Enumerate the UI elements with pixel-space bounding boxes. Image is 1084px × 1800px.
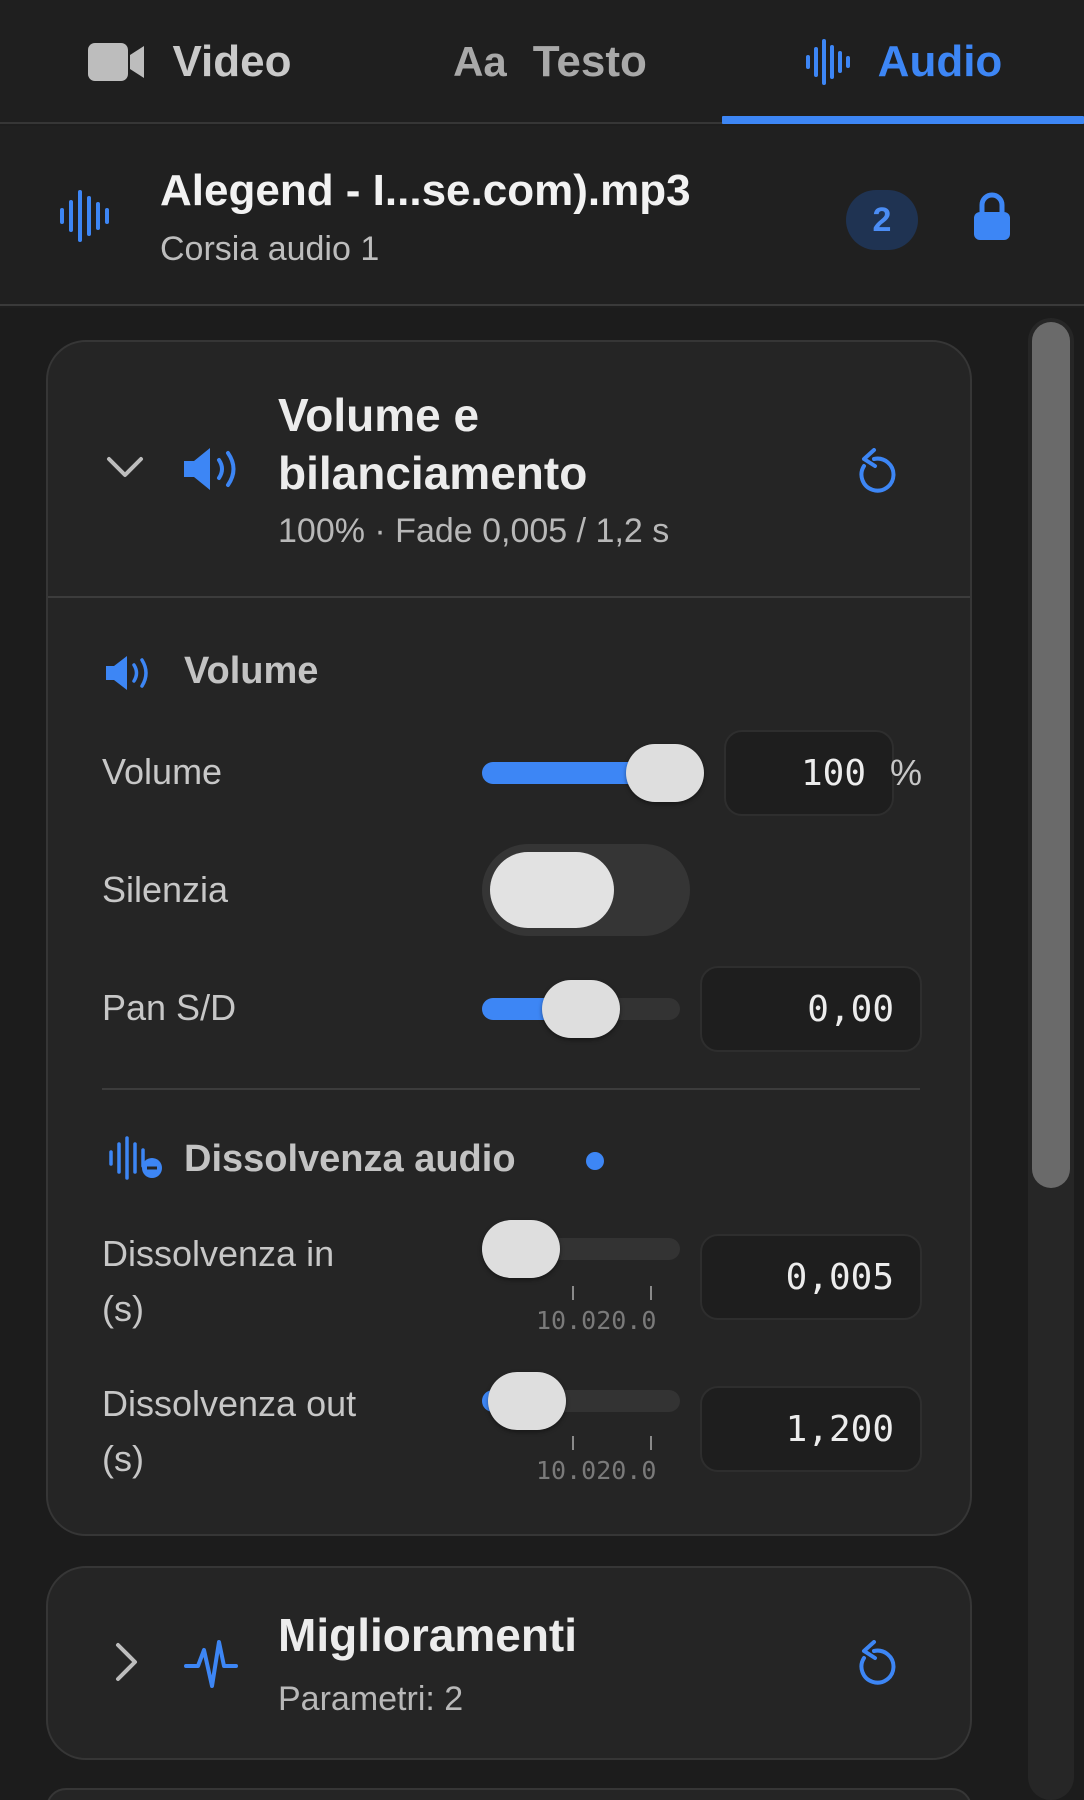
improvements-card[interactable]: Miglioramenti Parametri: 2 <box>46 1566 972 1760</box>
volume-balance-title-line1: Volume e <box>278 389 480 441</box>
mute-toggle[interactable] <box>482 844 690 936</box>
fade-in-label-line1: Dissolvenza in <box>102 1233 335 1274</box>
fade-in-slider-thumb[interactable] <box>482 1220 560 1278</box>
fade-in-value-field[interactable]: 0,005 <box>700 1234 922 1320</box>
active-tab-indicator <box>722 116 1084 124</box>
clip-title: Alegend - I...se.com).mp3 <box>160 166 691 215</box>
volume-section-title: Volume <box>184 650 319 692</box>
text-aa-icon: Aa <box>453 38 507 85</box>
volume-value-field[interactable]: 100 <box>724 730 894 816</box>
pan-value-field[interactable]: 0,00 <box>700 966 922 1052</box>
fade-out-value-field[interactable]: 1,200 <box>700 1386 922 1472</box>
pulse-icon <box>184 1640 238 1688</box>
fade-section-title: Dissolvenza audio <box>184 1138 516 1180</box>
reset-icon[interactable] <box>854 448 898 496</box>
reset-icon[interactable] <box>854 1640 898 1688</box>
lock-icon[interactable] <box>972 192 1012 242</box>
pan-slider-thumb[interactable] <box>542 980 620 1038</box>
tab-testo-label: Testo <box>532 37 647 86</box>
tab-testo[interactable]: Aa Testo <box>420 0 680 124</box>
clip-header: Alegend - I...se.com).mp3 Corsia audio 1… <box>0 126 1084 306</box>
volume-balance-summary: 100% · Fade 0,005 / 1,2 s <box>278 512 670 550</box>
clip-count-badge[interactable]: 2 <box>846 190 918 250</box>
fade-out-label-line2: (s) <box>102 1438 144 1479</box>
modified-indicator-dot <box>586 1152 604 1170</box>
mute-toggle-knob <box>490 852 614 928</box>
fade-out-label-line1: Dissolvenza out <box>102 1383 357 1424</box>
fade-waveform-icon <box>109 1136 162 1180</box>
pan-label: Pan S/D <box>102 987 237 1028</box>
improvements-title: Miglioramenti <box>278 1609 578 1661</box>
chevron-down-icon[interactable] <box>106 455 144 481</box>
fade-in-label-line2: (s) <box>102 1288 144 1329</box>
clip-track-label: Corsia audio 1 <box>160 230 380 268</box>
fade-out-tick <box>650 1436 652 1450</box>
section-divider <box>102 1088 920 1090</box>
improvements-summary: Parametri: 2 <box>278 1680 464 1718</box>
tab-video-label: Video <box>172 37 292 86</box>
volume-unit: % <box>890 752 923 793</box>
video-camera-icon <box>88 43 145 81</box>
mute-label: Silenzia <box>102 869 229 910</box>
tab-bar: Video Aa Testo Audio <box>0 0 1084 124</box>
scrollbar-thumb[interactable] <box>1032 322 1070 1188</box>
audio-inspector-panel: Video Aa Testo Audio Alegend - I...se.co… <box>0 0 1084 1800</box>
tab-audio[interactable]: Audio <box>722 0 1084 124</box>
next-section-card[interactable] <box>46 1788 972 1800</box>
fade-out-slider-thumb[interactable] <box>488 1372 566 1430</box>
volume-balance-title-line2: bilanciamento <box>278 447 588 499</box>
volume-label: Volume <box>102 751 223 792</box>
speaker-icon <box>106 656 148 690</box>
fade-out-tick <box>572 1436 574 1450</box>
tab-audio-label: Audio <box>877 37 1003 86</box>
waveform-icon <box>805 39 850 85</box>
fade-in-tick <box>572 1286 574 1300</box>
volume-slider-thumb[interactable] <box>626 744 704 802</box>
volume-balance-card: Volume e bilanciamento 100% · Fade 0,005… <box>46 340 972 1536</box>
fade-out-tick-labels: 10.020.0 <box>536 1456 657 1485</box>
chevron-right-icon[interactable] <box>114 1642 140 1682</box>
fade-in-tick-labels: 10.020.0 <box>536 1306 657 1335</box>
fade-in-tick <box>650 1286 652 1300</box>
speaker-icon <box>184 448 236 490</box>
waveform-icon <box>60 190 109 242</box>
volume-balance-header[interactable]: Volume e bilanciamento 100% · Fade 0,005… <box>48 342 970 598</box>
tab-video[interactable]: Video <box>60 0 320 124</box>
